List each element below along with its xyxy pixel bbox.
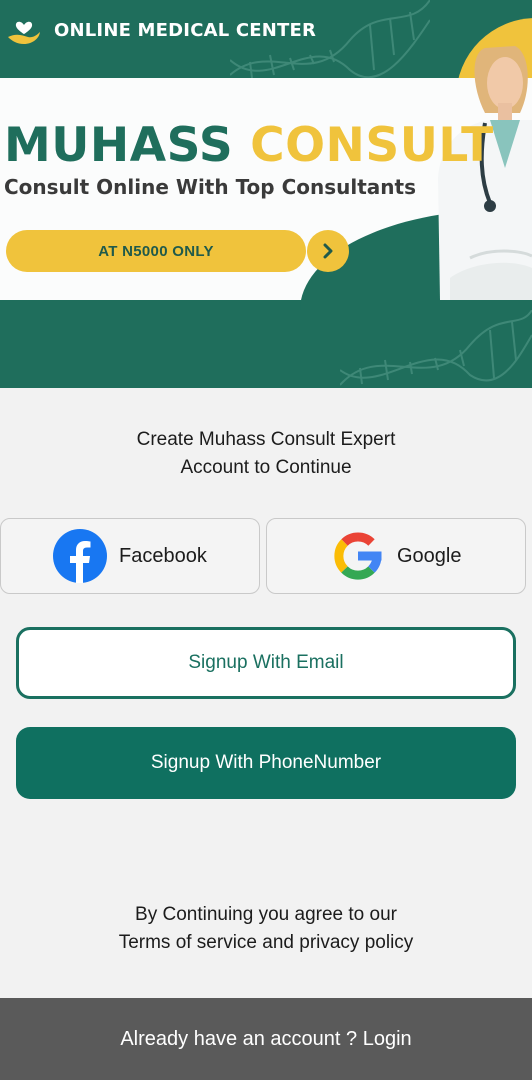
- brand-header: ONLINE MEDICAL CENTER: [6, 12, 316, 48]
- chevron-right-icon: [323, 243, 333, 259]
- google-label: Google: [397, 544, 462, 567]
- login-link[interactable]: Already have an account ? Login: [120, 1028, 411, 1051]
- banner-subtitle: Consult Online With Top Consultants: [4, 175, 416, 199]
- google-icon: [334, 532, 382, 580]
- facebook-signup-button[interactable]: Facebook: [0, 518, 260, 594]
- facebook-icon: [53, 529, 107, 583]
- price-badge[interactable]: AT N5000 ONLY: [6, 230, 306, 272]
- signup-email-button[interactable]: Signup With Email: [16, 627, 516, 699]
- title-part-1: MUHASS: [4, 118, 234, 173]
- google-signup-button[interactable]: Google: [266, 518, 526, 594]
- app-title: MUHASS CONSULT: [4, 118, 494, 173]
- heart-hand-logo-icon: [8, 21, 40, 44]
- facebook-label: Facebook: [119, 544, 207, 567]
- terms-link[interactable]: Terms of service and privacy policy: [0, 929, 532, 957]
- prompt-line-2: Account to Continue: [180, 457, 352, 478]
- title-part-2: CONSULT: [250, 118, 494, 173]
- price-arrow-button[interactable]: [307, 230, 349, 272]
- terms-line-1: By Continuing you agree to our: [135, 904, 397, 925]
- login-footer[interactable]: Already have an account ? Login: [0, 998, 532, 1080]
- hero-banner: ONLINE MEDICAL CENTER MUHASS CONSULT Con…: [0, 0, 532, 388]
- dna-decoration-bottom: [340, 309, 532, 386]
- terms-notice: By Continuing you agree to our Terms of …: [0, 901, 532, 957]
- signup-phone-button[interactable]: Signup With PhoneNumber: [16, 727, 516, 799]
- prompt-line-1: Create Muhass Consult Expert: [136, 429, 396, 450]
- brand-name: ONLINE MEDICAL CENTER: [54, 19, 317, 41]
- signup-prompt: Create Muhass Consult Expert Account to …: [0, 426, 532, 482]
